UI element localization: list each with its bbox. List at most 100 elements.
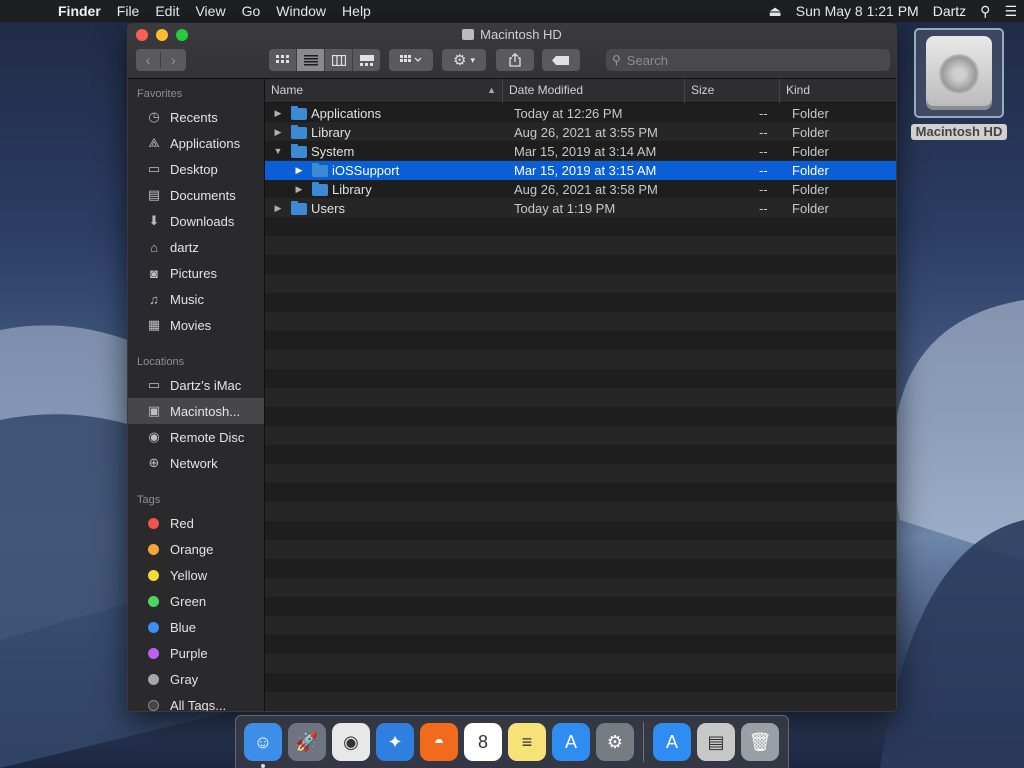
sidebar-item-imac[interactable]: ▭ Dartz’s iMac [128,372,264,398]
tag-dot-icon [148,543,159,555]
system-preferences-icon[interactable]: ⚙ [596,723,634,761]
sidebar-item-label: All Tags... [170,697,227,712]
menu-file[interactable]: File [117,3,140,19]
sidebar-tag-blue[interactable]: Blue [128,614,264,640]
sidebar-item-label: Orange [170,541,214,557]
dock-separator [643,722,644,762]
gallery-view-button[interactable] [353,49,380,71]
applications-folder-icon[interactable]: A [653,723,691,761]
launchpad-icon[interactable]: 🚀 [288,723,326,761]
notification-center-icon[interactable]: ☰ [1004,3,1017,20]
table-row[interactable]: ▶ iOSSupport Mar 15, 2019 at 3:15 AM -- Fold… [265,161,896,180]
menu-view[interactable]: View [195,3,225,19]
forward-button[interactable]: › [161,52,186,68]
calendar-icon[interactable]: 8 [464,723,502,761]
folder-icon [312,163,328,177]
notes-icon[interactable]: ≡ [508,723,546,761]
column-view-button[interactable] [325,49,353,71]
group-button[interactable] [389,49,433,71]
file-size: -- [759,144,768,159]
back-button[interactable]: ‹ [136,52,161,68]
column-header-date[interactable]: Date Modified [503,79,685,103]
file-kind: Folder [792,125,829,140]
table-row[interactable]: ▶ Library Aug 26, 2021 at 3:58 PM -- Folder [265,180,896,199]
window-toolbar: Macintosh HD ‹ › ⚙ ▾ ⚲ Search [128,24,896,79]
spotlight-icon[interactable]: ⚲ [980,3,990,20]
documents-stack-icon[interactable]: ▤ [697,723,735,761]
menu-go[interactable]: Go [242,3,261,19]
table-row[interactable]: ▶ Library Aug 26, 2021 at 3:55 PM -- Folder [265,123,896,142]
sidebar-item-desktop[interactable]: ▭ Desktop [128,156,264,182]
finder-window: Macintosh HD ‹ › ⚙ ▾ ⚲ Search Favorites … [127,23,897,712]
file-name: Library [332,182,372,197]
menu-app-name[interactable]: Finder [58,3,101,19]
columns-icon [331,54,346,66]
menu-help[interactable]: Help [342,3,371,19]
file-size: -- [759,106,768,121]
search-field[interactable]: ⚲ Search [606,49,890,71]
eject-icon[interactable]: ⏏ [769,3,782,20]
menu-edit[interactable]: Edit [155,3,179,19]
tag-button[interactable] [542,49,580,71]
menu-window[interactable]: Window [276,3,326,19]
firefox-icon[interactable]: ◓ [420,723,458,761]
file-date: Mar 15, 2019 at 3:15 AM [514,163,657,178]
dock: ☺ 🚀 ◉ ✦ ◓ 8 ≡ A ⚙ A ▤ 🗑 [235,715,789,768]
finder-icon[interactable]: ☺ [244,723,282,768]
sidebar-item-remote-disc[interactable]: ◉ Remote Disc [128,424,264,450]
list-view-button[interactable] [297,49,325,71]
sidebar-tag-purple[interactable]: Purple [128,640,264,666]
action-button[interactable]: ⚙ ▾ [442,49,486,71]
sidebar-item-applications[interactable]: ⟁ Applications [128,130,264,156]
table-row[interactable]: ▼ System Mar 15, 2019 at 3:14 AM -- Folder [265,142,896,161]
disclosure-collapsed-icon[interactable]: ▶ [273,123,283,142]
trash-icon[interactable]: 🗑 [741,723,779,761]
column-header-kind[interactable]: Kind [780,79,896,103]
column-header-name[interactable]: Name ▲ [265,79,503,103]
sidebar-tag-green[interactable]: Green [128,588,264,614]
file-kind: Folder [792,182,829,197]
sidebar-item-music[interactable]: ♫ Music [128,286,264,312]
menu-clock[interactable]: Sun May 8 1:21 PM [796,3,919,19]
file-kind: Folder [792,163,829,178]
gear-icon: ⚙ [453,52,467,69]
table-row[interactable]: ▶ Applications Today at 12:26 PM -- Folder [265,104,896,123]
sidebar-item-downloads[interactable]: ⬇ Downloads [128,208,264,234]
file-name: iOSSupport [332,163,400,178]
disclosure-collapsed-icon[interactable]: ▶ [294,161,304,180]
folder-icon [291,144,307,158]
chrome-icon[interactable]: ◉ [332,723,370,761]
desktop-icon-macintosh-hd[interactable]: Macintosh HD [911,28,1007,143]
sidebar-tag-yellow[interactable]: Yellow [128,562,264,588]
sidebar-item-network[interactable]: ⊕ Network [128,450,264,476]
sidebar-tag-orange[interactable]: Orange [128,536,264,562]
sidebar-item-home[interactable]: ⌂ dartz [128,234,264,260]
sidebar-item-recents[interactable]: ◷ Recents [128,104,264,130]
all-tags-icon [148,699,159,711]
sidebar-item-macintosh-hd[interactable]: ▣ Macintosh... [128,398,264,424]
tag-dot-icon [148,673,159,685]
sidebar-tag-red[interactable]: Red [128,510,264,536]
menu-user[interactable]: Dartz [933,3,966,19]
sidebar-item-label: Yellow [170,567,208,583]
back-forward-buttons: ‹ › [136,49,186,71]
column-header-label: Kind [786,83,811,97]
disclosure-collapsed-icon[interactable]: ▶ [294,180,304,199]
safari-icon[interactable]: ✦ [376,723,414,761]
table-row[interactable]: ▶ Users Today at 1:19 PM -- Folder [265,199,896,218]
disclosure-collapsed-icon[interactable]: ▶ [273,104,283,123]
sidebar-item-pictures[interactable]: ◙ Pictures [128,260,264,286]
icon-view-button[interactable] [269,49,297,71]
document-icon: ▤ [147,187,161,202]
disclosure-expanded-icon[interactable]: ▼ [273,142,283,161]
sidebar-item-movies[interactable]: ▦ Movies [128,312,264,338]
column-header-size[interactable]: Size [685,79,780,103]
film-icon: ▦ [147,317,161,332]
disclosure-collapsed-icon[interactable]: ▶ [273,199,283,218]
share-button[interactable] [496,49,534,71]
list-icon [303,54,318,65]
sidebar-tag-all[interactable]: All Tags... [128,692,264,712]
app-store-icon[interactable]: A [552,723,590,761]
sidebar-tag-gray[interactable]: Gray [128,666,264,692]
sidebar-item-documents[interactable]: ▤ Documents [128,182,264,208]
